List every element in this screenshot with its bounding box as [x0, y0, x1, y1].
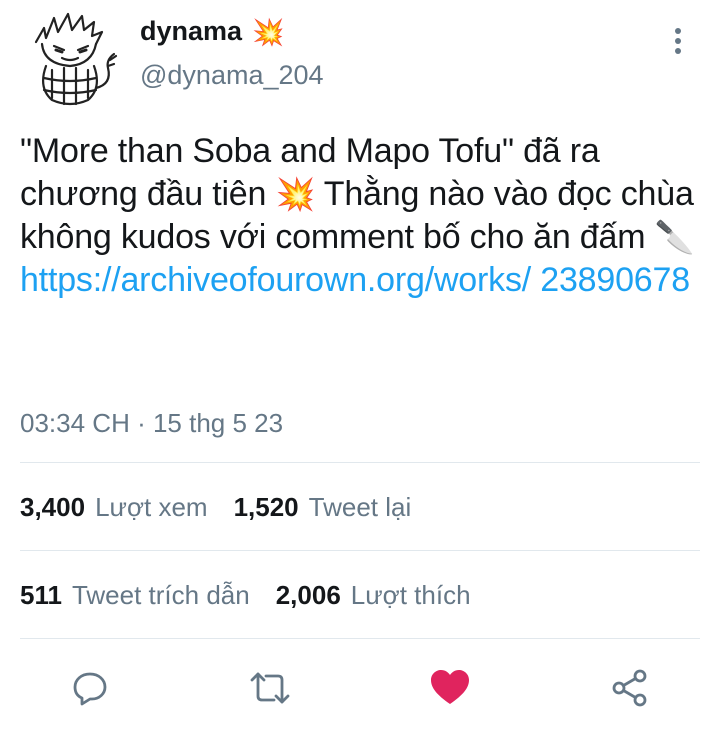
display-name[interactable]: dynama	[140, 16, 242, 47]
likes-count: 2,006	[275, 580, 341, 610]
quotes-stat[interactable]: 511 Tweet trích dẫn	[20, 580, 250, 611]
views-stat[interactable]: 3,400 Lượt xem	[20, 492, 208, 523]
divider	[20, 550, 700, 551]
heart-icon	[431, 670, 469, 704]
reply-button[interactable]	[62, 660, 118, 716]
quotes-label: Tweet trích dẫn	[71, 580, 250, 610]
avatar-drawing-icon	[34, 12, 118, 106]
more-options-icon[interactable]	[664, 26, 692, 56]
divider	[20, 638, 700, 639]
stats-row-quotes-likes: 511 Tweet trích dẫn 2,006 Lượt thích	[20, 580, 471, 611]
likes-stat[interactable]: 2,006 Lượt thích	[276, 580, 471, 611]
stats-row-views-retweets: 3,400 Lượt xem 1,520 Tweet lại	[20, 492, 411, 523]
retweet-icon	[250, 672, 290, 704]
like-button[interactable]	[422, 660, 478, 716]
tweet-link[interactable]: https://archiveofourown.org/works/ 23890…	[20, 261, 690, 299]
reply-icon	[73, 672, 107, 706]
retweet-button[interactable]	[242, 660, 298, 716]
knife-emoji-icon: 🔪	[654, 219, 695, 255]
views-label: Lượt xem	[95, 492, 208, 522]
quotes-count: 511	[20, 580, 62, 610]
tweet-timestamp[interactable]: 03:34 CH · 15 thg 5 23	[20, 408, 283, 439]
retweets-count: 1,520	[233, 492, 299, 522]
divider	[20, 462, 700, 463]
share-button[interactable]	[602, 660, 658, 716]
share-icon	[612, 669, 647, 707]
collision-emoji-icon: 💥	[275, 176, 316, 212]
views-count: 3,400	[20, 492, 86, 522]
user-handle[interactable]: @dynama_204	[140, 60, 324, 91]
likes-label: Lượt thích	[350, 580, 471, 610]
author-name-row[interactable]: dynama 💥	[140, 16, 284, 47]
tweet-text: "More than Soba and Mapo Tofu" đã ra chư…	[20, 130, 700, 302]
action-bar	[0, 660, 720, 716]
avatar[interactable]	[22, 8, 120, 106]
retweets-stat[interactable]: 1,520 Tweet lại	[234, 492, 412, 523]
collision-emoji-icon: 💥	[252, 16, 285, 47]
retweets-label: Tweet lại	[308, 492, 412, 522]
